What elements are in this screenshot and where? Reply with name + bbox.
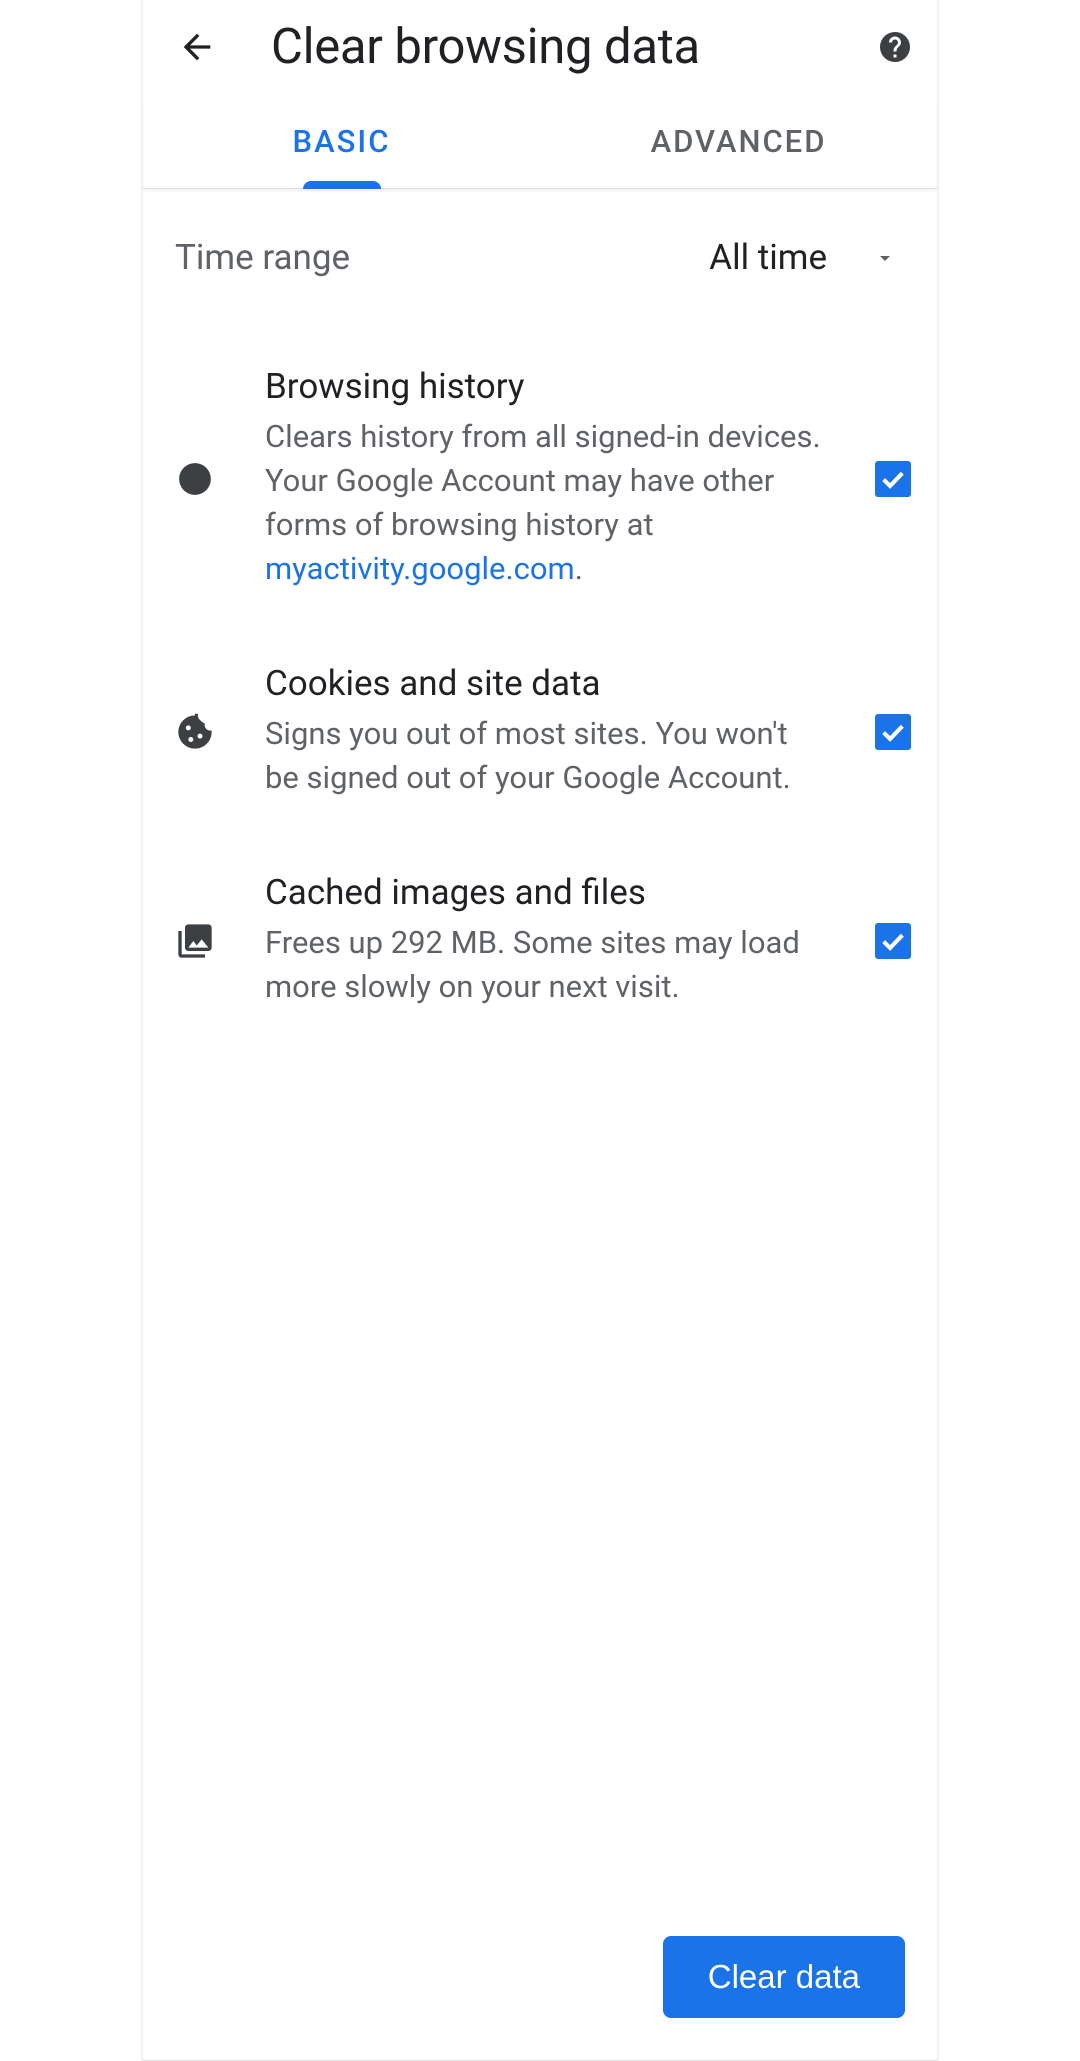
bottom-bar: Clear data bbox=[143, 1936, 937, 2060]
page-title: Clear browsing data bbox=[271, 18, 825, 75]
time-range-row: Time range All time bbox=[143, 189, 937, 330]
option-desc: Clears history from all signed-in device… bbox=[265, 415, 825, 591]
tab-basic[interactable]: BASIC bbox=[143, 97, 540, 188]
option-text: Cookies and site data Signs you out of m… bbox=[265, 663, 825, 800]
time-range-select[interactable]: All time bbox=[709, 237, 897, 278]
checkbox-cached[interactable] bbox=[875, 923, 911, 959]
help-icon bbox=[877, 29, 913, 65]
check-icon bbox=[879, 927, 907, 955]
chevron-down-icon bbox=[873, 246, 897, 270]
header: Clear browsing data bbox=[143, 0, 937, 97]
option-title: Cookies and site data bbox=[265, 663, 825, 704]
tabs: BASIC ADVANCED bbox=[143, 97, 937, 189]
time-range-label: Time range bbox=[175, 237, 350, 278]
option-text: Browsing history Clears history from all… bbox=[265, 366, 825, 591]
arrow-left-icon bbox=[177, 27, 217, 67]
option-title: Cached images and files bbox=[265, 872, 825, 913]
check-icon bbox=[879, 718, 907, 746]
image-stack-icon bbox=[175, 921, 215, 961]
option-desc: Frees up 292 MB. Some sites may load mor… bbox=[265, 921, 825, 1009]
option-browsing-history[interactable]: Browsing history Clears history from all… bbox=[143, 330, 937, 627]
option-cached[interactable]: Cached images and files Frees up 292 MB.… bbox=[143, 836, 937, 1045]
option-title: Browsing history bbox=[265, 366, 825, 407]
history-icon bbox=[175, 459, 215, 499]
checkbox-browsing-history[interactable] bbox=[875, 461, 911, 497]
clear-data-button[interactable]: Clear data bbox=[663, 1936, 905, 2018]
option-desc: Signs you out of most sites. You won't b… bbox=[265, 712, 825, 800]
time-range-value: All time bbox=[709, 237, 827, 278]
option-text: Cached images and files Frees up 292 MB.… bbox=[265, 872, 825, 1009]
option-cookies[interactable]: Cookies and site data Signs you out of m… bbox=[143, 627, 937, 836]
cookie-icon bbox=[175, 712, 215, 752]
myactivity-link[interactable]: myactivity.google.com bbox=[265, 550, 575, 587]
checkbox-cookies[interactable] bbox=[875, 714, 911, 750]
tab-advanced[interactable]: ADVANCED bbox=[540, 97, 937, 188]
help-button[interactable] bbox=[875, 27, 915, 67]
back-button[interactable] bbox=[173, 23, 221, 71]
check-icon bbox=[879, 465, 907, 493]
